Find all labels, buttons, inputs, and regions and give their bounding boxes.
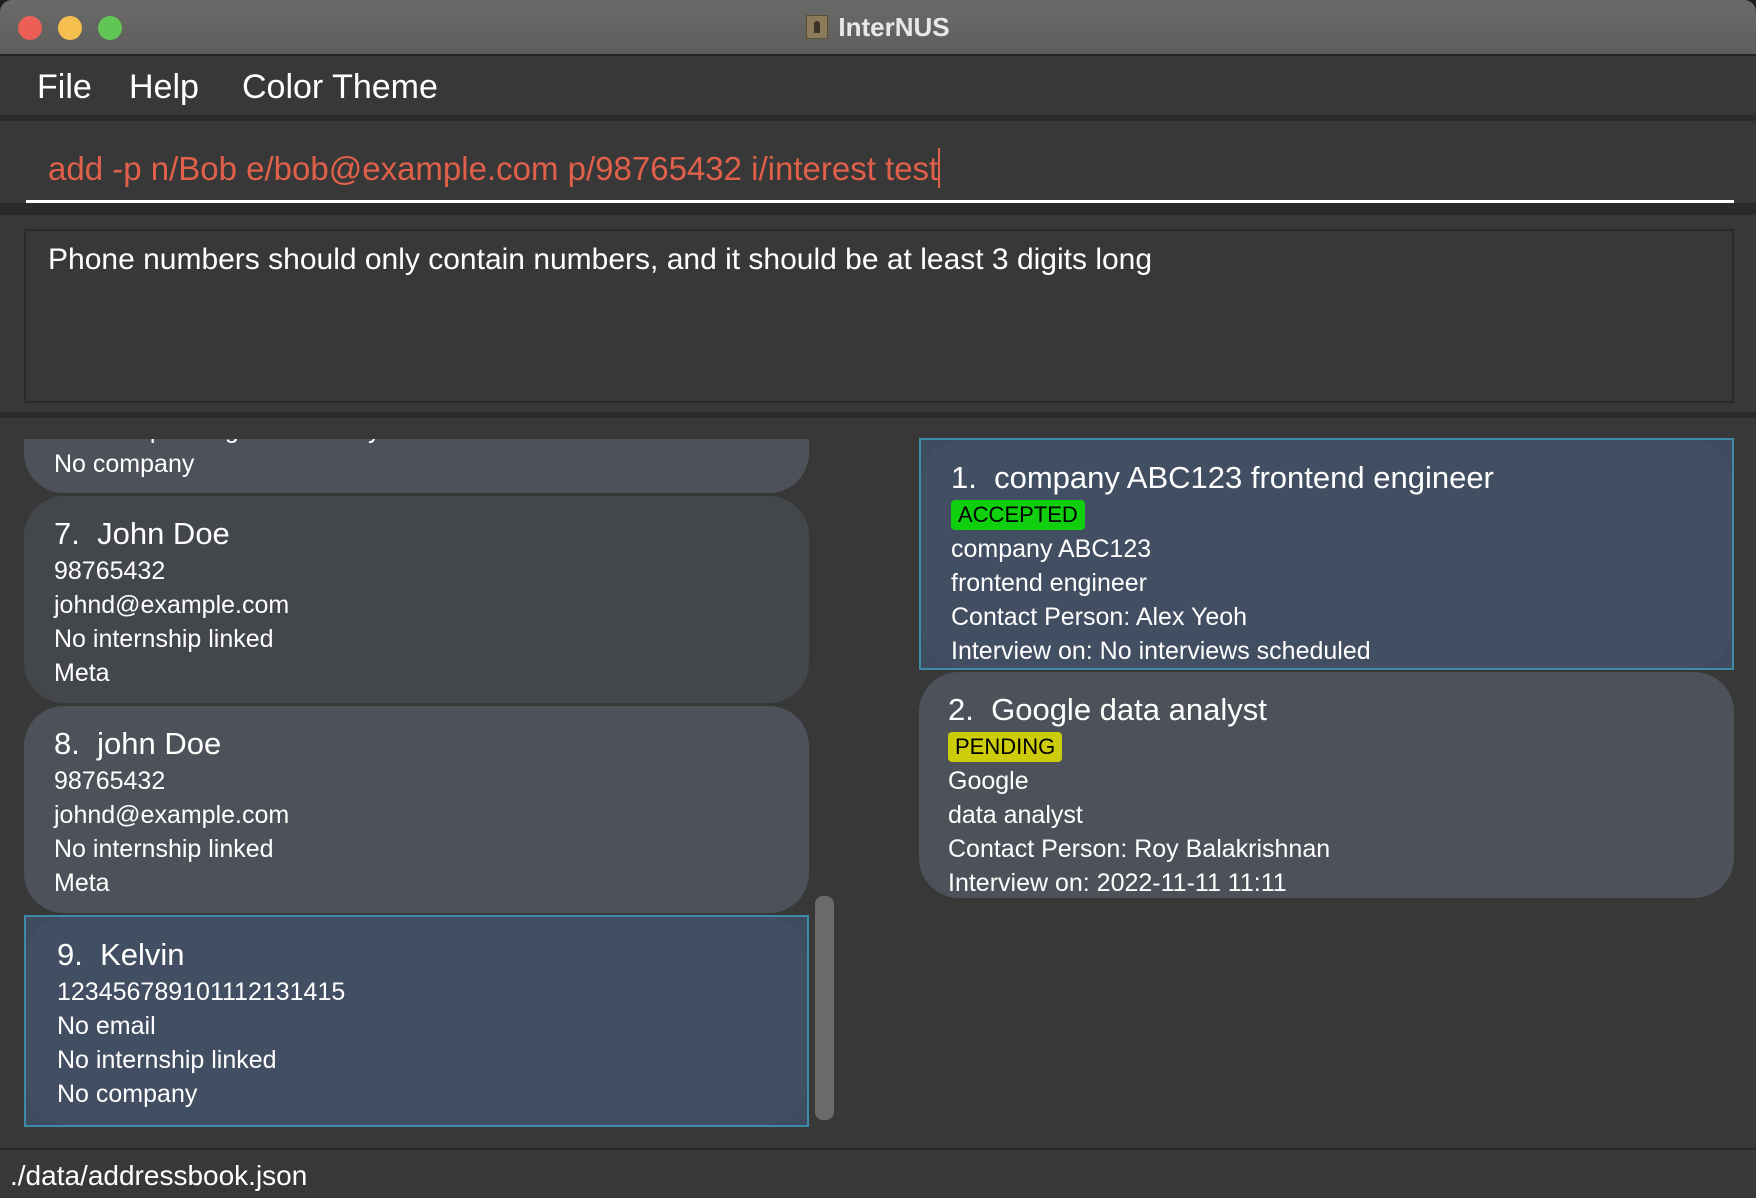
menu-file[interactable]: File — [37, 68, 92, 107]
command-area: add -p n/Bob e/bob@example.com p/9876543… — [0, 127, 1756, 215]
menu-bar: File Help Color Theme — [0, 58, 1756, 121]
person-company: Meta — [54, 659, 110, 687]
internship-title: Google data analyst — [991, 692, 1267, 727]
person-name: John Doe — [97, 516, 230, 551]
internship-company: Google — [948, 767, 1029, 795]
internship-list[interactable]: 1. company ABC123 frontend engineer ACCE… — [919, 438, 1735, 1128]
internship-role: data analyst — [948, 801, 1083, 829]
person-internship: No internship linked — [54, 835, 274, 863]
person-phone: 123456789101112131415 — [57, 978, 346, 1006]
person-company: Meta — [54, 869, 110, 897]
status-badge: ACCEPTED — [951, 500, 1085, 530]
command-text: add -p n/Bob e/bob@example.com p/9876543… — [48, 150, 939, 187]
internship-company: company ABC123 — [951, 535, 1152, 563]
status-bar: ./data/addressbook.json — [0, 1148, 1756, 1198]
person-company: No company — [57, 1080, 198, 1108]
menu-help[interactable]: Help — [129, 68, 199, 107]
person-name: Kelvin — [100, 937, 185, 972]
person-internship: Internship: Google data analyst — [54, 439, 809, 447]
internship-index: 2. — [948, 692, 974, 727]
internship-interview: Interview on: 2022-11-11 11:11 — [948, 869, 1287, 897]
person-card-selected[interactable]: 9. Kelvin 123456789101112131415 No email… — [24, 915, 809, 1127]
person-email: johnd@example.com — [54, 591, 290, 619]
command-input[interactable]: add -p n/Bob e/bob@example.com p/9876543… — [26, 139, 1734, 203]
person-list-scrollbar[interactable] — [815, 896, 834, 1120]
internship-contact: Contact Person: Alex Yeoh — [951, 603, 1248, 631]
status-badge: PENDING — [948, 732, 1063, 762]
person-phone: 98765432 — [54, 557, 166, 585]
result-display: Phone numbers should only contain number… — [24, 229, 1734, 403]
person-index: 8. — [54, 726, 80, 761]
person-card[interactable]: 7. John Doe 98765432 johnd@example.com N… — [24, 496, 809, 703]
person-card[interactable]: 8. john Doe 98765432 johnd@example.com N… — [24, 706, 809, 913]
divider — [0, 412, 1756, 418]
person-phone: 98765432 — [54, 767, 166, 795]
person-company: No company — [54, 450, 195, 478]
person-index: 9. — [57, 937, 83, 972]
internship-card-selected[interactable]: 1. company ABC123 frontend engineer ACCE… — [919, 438, 1734, 670]
app-window: InterNUS File Help Color Theme add -p n/… — [0, 0, 1756, 1198]
internship-index: 1. — [951, 460, 977, 495]
window-title: InterNUS — [0, 12, 1756, 43]
person-email: No email — [57, 1012, 156, 1040]
menu-color-theme[interactable]: Color Theme — [242, 68, 438, 107]
person-index: 7. — [54, 516, 80, 551]
internship-contact: Contact Person: Roy Balakrishnan — [948, 835, 1331, 863]
window-title-text: InterNUS — [838, 12, 950, 42]
result-message: Phone numbers should only contain number… — [48, 243, 1153, 276]
internship-title: company ABC123 frontend engineer — [994, 460, 1494, 495]
person-name: john Doe — [97, 726, 222, 761]
app-icon — [806, 15, 829, 39]
person-internship: No internship linked — [57, 1046, 277, 1074]
person-card[interactable]: Internship: Google data analyst No compa… — [24, 439, 809, 493]
title-bar: InterNUS — [0, 0, 1756, 56]
person-email: johnd@example.com — [54, 801, 290, 829]
internship-interview: Interview on: No interviews scheduled — [951, 637, 1371, 665]
person-list[interactable]: Internship: Google data analyst No compa… — [24, 439, 811, 1129]
person-internship: No internship linked — [54, 625, 274, 653]
internship-role: frontend engineer — [951, 569, 1147, 597]
data-file-path: ./data/addressbook.json — [10, 1160, 308, 1191]
text-caret — [938, 148, 941, 188]
internship-card[interactable]: 2. Google data analyst PENDING Google da… — [919, 672, 1734, 898]
